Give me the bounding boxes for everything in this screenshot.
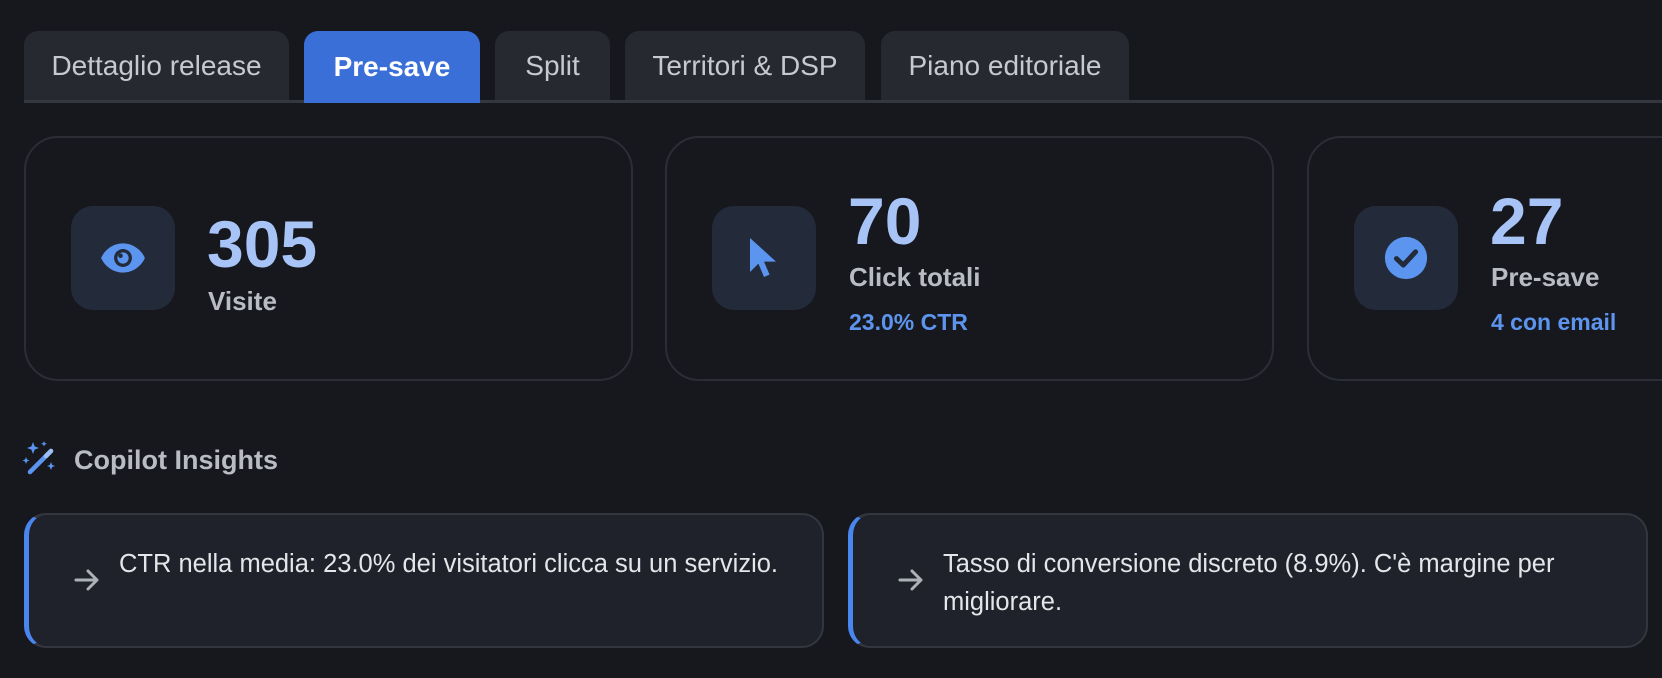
tab-label: Piano editoriale — [908, 49, 1102, 81]
tab-bar: Dettaglio release Pre-save Split Territo… — [24, 31, 1662, 103]
tab-label: Split — [525, 49, 580, 81]
eye-icon — [71, 206, 175, 310]
tab-split[interactable]: Split — [495, 31, 610, 100]
tab-piano-editoriale[interactable]: Piano editoriale — [881, 31, 1129, 100]
magic-wand-icon — [22, 440, 58, 481]
tab-pre-save[interactable]: Pre-save — [304, 31, 480, 103]
tab-dettaglio-release[interactable]: Dettaglio release — [24, 31, 289, 100]
stat-card-click-totali: 70 Click totali 23.0% CTR — [665, 136, 1274, 381]
tab-label: Pre-save — [333, 51, 451, 82]
pre-save-dashboard: Dettaglio release Pre-save Split Territo… — [0, 0, 1662, 678]
stat-value: 27 — [1490, 184, 1564, 258]
insights-header: Copilot Insights — [22, 440, 278, 481]
stat-label: Visite — [208, 286, 277, 316]
check-circle-icon — [1354, 206, 1458, 310]
tab-label: Territori & DSP — [652, 49, 838, 81]
arrow-right-icon — [73, 567, 101, 598]
stat-card-pre-save: 27 Pre-save 4 con email — [1307, 136, 1662, 381]
tab-label: Dettaglio release — [51, 49, 262, 81]
stat-card-visite: 305 Visite — [24, 136, 633, 381]
ctr-value: 23.0% CTR — [849, 309, 968, 335]
stat-value: 305 — [207, 207, 318, 281]
email-count: 4 con email — [1491, 309, 1617, 335]
cursor-icon — [712, 206, 816, 310]
stat-label: Pre-save — [1491, 262, 1600, 292]
stat-label: Click totali — [849, 262, 981, 292]
insight-text: CTR nella media: 23.0% dei visitatori cl… — [119, 550, 779, 578]
stat-value: 70 — [848, 184, 922, 258]
insight-card: CTR nella media: 23.0% dei visitatori cl… — [24, 513, 824, 648]
insights-title: Copilot Insights — [74, 445, 278, 475]
insight-text: Tasso di conversione discreto (8.9%). C'… — [943, 550, 1555, 616]
tab-territori-dsp[interactable]: Territori & DSP — [625, 31, 865, 100]
insight-card: Tasso di conversione discreto (8.9%). C'… — [848, 513, 1648, 648]
arrow-right-icon — [897, 567, 925, 598]
